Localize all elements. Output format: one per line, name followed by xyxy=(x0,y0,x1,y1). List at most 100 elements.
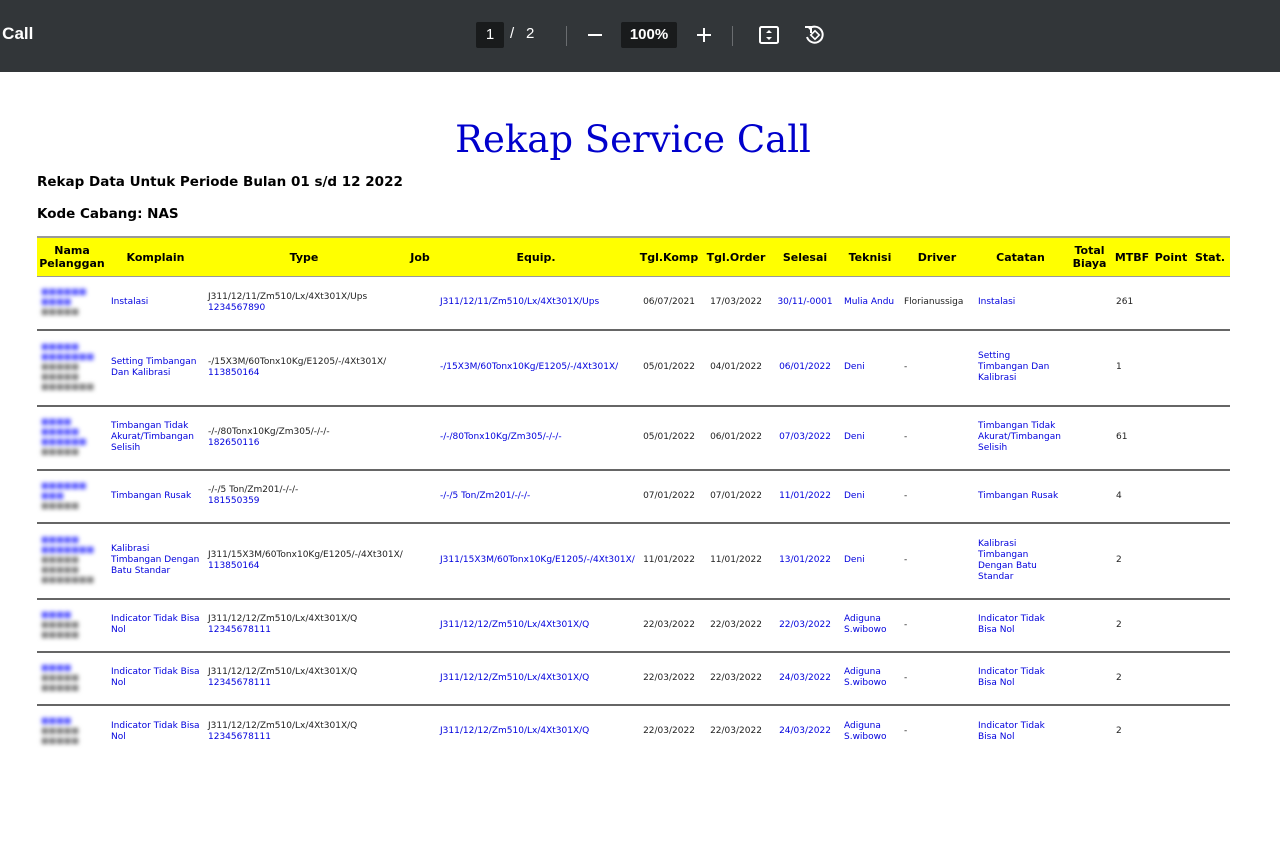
type-id-link[interactable]: 113850164 xyxy=(208,368,400,379)
komplain-link[interactable]: Indicator Tidak Bisa Nol xyxy=(107,705,204,758)
type-cell: J311/12/11/Zm510/Lx/4Xt301X/Ups 123456789… xyxy=(204,276,404,331)
equip-link[interactable]: -/-/80Tonx10Kg/Zm305/-/-/- xyxy=(436,405,636,471)
mtbf-cell: 2 xyxy=(1116,726,1122,736)
equip-link[interactable]: -/-/5 Ton/Zm201/-/-/- xyxy=(436,469,636,524)
teknisi-link[interactable]: Deni xyxy=(840,405,900,471)
teknisi-link[interactable]: Mulia Andu xyxy=(840,276,900,331)
point-cell xyxy=(1152,329,1190,407)
catatan-link[interactable]: Indicator Tidak Bisa Nol xyxy=(974,705,1067,758)
type-cell: -/15X3M/60Tonx10Kg/E1205/-/4Xt301X/11385… xyxy=(204,329,404,407)
tgl-order-cell: 04/01/2022 xyxy=(702,329,770,407)
type-id-link[interactable]: 1234567890 xyxy=(208,303,400,314)
header-equip: Equip. xyxy=(436,236,636,277)
teknisi-link[interactable]: Deni xyxy=(840,469,900,524)
type-id-link[interactable]: 182650116 xyxy=(208,438,400,449)
mtbf-cell: 61 xyxy=(1112,405,1152,471)
selesai-link[interactable]: 24/03/2022 xyxy=(770,705,840,758)
tgl-order-cell: 22/03/2022 xyxy=(702,651,770,706)
selesai-link[interactable]: 13/01/2022 xyxy=(770,522,840,600)
stat-cell xyxy=(1190,651,1230,706)
type-id-link[interactable]: 12345678111 xyxy=(208,678,400,689)
teknisi-link[interactable]: Adiguna S.wibowo xyxy=(840,651,900,706)
komplain-link[interactable]: Kalibrasi Timbangan Dengan Batu Standar xyxy=(107,522,204,600)
selesai-link[interactable]: 30/11/-0001 xyxy=(770,276,840,331)
driver-cell: - xyxy=(900,405,974,471)
zoom-in-button[interactable] xyxy=(690,22,718,48)
catatan-link[interactable]: Setting Timbangan Dan Kalibrasi xyxy=(974,329,1067,407)
catatan-link[interactable]: Instalasi xyxy=(974,276,1067,331)
type-id-link[interactable]: 12345678111 xyxy=(208,625,400,636)
table-row: ■■■■ ■■■■■ ■■■■■■ ■■■■■ Timbangan Tidak Aku… xyxy=(37,405,1230,471)
type-id-link[interactable]: 113850164 xyxy=(208,561,400,572)
job-cell xyxy=(404,469,436,524)
komplain-link[interactable]: Indicator Tidak Bisa Nol xyxy=(107,598,204,653)
pdf-page: Rekap Service Call Rekap Data Untuk Peri… xyxy=(0,72,1280,853)
catatan-link[interactable]: Indicator Tidak Bisa Nol xyxy=(974,651,1067,706)
driver-cell: - xyxy=(900,598,974,653)
equip-link[interactable]: J311/12/11/Zm510/Lx/4Xt301X/Ups xyxy=(436,276,636,331)
komplain-link[interactable]: Setting Timbangan Dan Kalibrasi xyxy=(107,329,204,407)
total-biaya-cell xyxy=(1067,469,1112,524)
header-nama-pelanggan: Nama Pelanggan xyxy=(37,236,107,277)
catatan-link[interactable]: Indicator Tidak Bisa Nol xyxy=(974,598,1067,653)
stat-cell xyxy=(1190,329,1230,407)
total-biaya-cell xyxy=(1067,522,1112,600)
tgl-order-cell: 07/01/2022 xyxy=(702,469,770,524)
toolbar-divider xyxy=(566,26,567,46)
type-value: J311/12/12/Zm510/Lx/4Xt301X/Q xyxy=(208,667,358,677)
header-tgl-komp: Tgl.Komp xyxy=(636,236,702,277)
point-cell xyxy=(1152,469,1190,524)
fit-to-page-button[interactable] xyxy=(755,22,783,48)
mtbf-cell: 261 xyxy=(1112,276,1152,331)
total-biaya-cell xyxy=(1067,651,1112,706)
equip-link[interactable]: J311/12/12/Zm510/Lx/4Xt301X/Q xyxy=(436,598,636,653)
type-cell: J311/12/12/Zm510/Lx/4Xt301X/Q 12345678111 xyxy=(204,598,404,653)
tgl-komp-cell: 22/03/2022 xyxy=(636,598,702,653)
type-id-link[interactable]: 181550359 xyxy=(208,496,400,507)
equip-link[interactable]: J311/12/12/Zm510/Lx/4Xt301X/Q xyxy=(436,651,636,706)
catatan-link[interactable]: Timbangan Tidak Akurat/Timbangan Selisih xyxy=(974,405,1067,471)
equip-link[interactable]: J311/15X3M/60Tonx10Kg/E1205/-/4Xt301X/ xyxy=(436,522,636,600)
teknisi-link[interactable]: Adiguna S.wibowo xyxy=(840,705,900,758)
equip-link[interactable]: J311/12/12/Zm510/Lx/4Xt301X/Q xyxy=(436,705,636,758)
komplain-link[interactable]: Timbangan Rusak xyxy=(107,469,204,524)
point-cell xyxy=(1152,651,1190,706)
type-cell: J311/12/12/Zm510/Lx/4Xt301X/Q 12345678111 xyxy=(204,705,404,758)
catatan-link[interactable]: Kalibrasi Timbangan Dengan Batu Standar xyxy=(974,522,1067,600)
job-cell xyxy=(404,405,436,471)
komplain-link[interactable]: Timbangan Tidak Akurat/Timbangan Selisih xyxy=(107,405,204,471)
zoom-level-input[interactable]: 100% xyxy=(621,22,677,48)
point-cell xyxy=(1152,522,1190,600)
selesai-link[interactable]: 22/03/2022 xyxy=(770,598,840,653)
driver-cell: Florianussiga xyxy=(900,276,974,331)
driver-cell: - xyxy=(900,651,974,706)
komplain-link[interactable]: Indicator Tidak Bisa Nol xyxy=(107,651,204,706)
type-cell: J311/12/12/Zm510/Lx/4Xt301X/Q 12345678111 xyxy=(204,651,404,706)
equip-link[interactable]: -/15X3M/60Tonx10Kg/E1205/-/4Xt301X/ xyxy=(436,329,636,407)
customer-name-redacted: ■■■■■ ■■■■■■■ ■■■■■ ■■■■■ ■■■■■■■ xyxy=(37,329,107,407)
driver-cell: - xyxy=(900,469,974,524)
header-point: Point xyxy=(1152,236,1190,277)
komplain-link[interactable]: Instalasi xyxy=(107,276,204,331)
table-row: ■■■■■■ ■■■■ ■■■■■ Instalasi J311/12/11/Zm5… xyxy=(37,276,1230,331)
tgl-komp-cell: 05/01/2022 xyxy=(636,405,702,471)
job-cell xyxy=(404,329,436,407)
stat-cell xyxy=(1190,705,1230,758)
header-tgl-order: Tgl.Order xyxy=(702,236,770,277)
selesai-link[interactable]: 11/01/2022 xyxy=(770,469,840,524)
type-id-link[interactable]: 12345678111 xyxy=(208,732,400,743)
teknisi-link[interactable]: Deni xyxy=(840,329,900,407)
mtbf-cell: 2 xyxy=(1112,598,1152,653)
teknisi-link[interactable]: Adiguna S.wibowo xyxy=(840,598,900,653)
total-biaya-cell xyxy=(1067,598,1112,653)
teknisi-link[interactable]: Deni xyxy=(840,522,900,600)
zoom-out-button[interactable] xyxy=(581,22,609,48)
selesai-link[interactable]: 07/03/2022 xyxy=(770,405,840,471)
driver-cell: - xyxy=(904,726,908,736)
selesai-link[interactable]: 06/01/2022 xyxy=(770,329,840,407)
catatan-link[interactable]: Timbangan Rusak xyxy=(974,469,1067,524)
selesai-link[interactable]: 24/03/2022 xyxy=(770,651,840,706)
current-page-input[interactable]: 1 xyxy=(476,22,504,48)
rotate-button[interactable] xyxy=(800,22,828,48)
tgl-order-cell: 11/01/2022 xyxy=(702,522,770,600)
